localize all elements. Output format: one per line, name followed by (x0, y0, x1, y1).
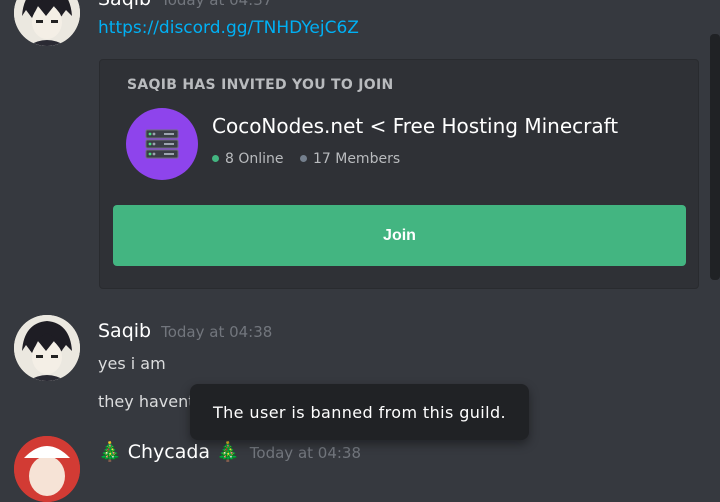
invite-header: SAQIB HAS INVITED YOU TO JOIN (127, 77, 394, 93)
server-invite-card: SAQIB HAS INVITED YOU TO JOIN CocoNodes.… (99, 59, 699, 289)
message-author[interactable]: Saqib Today at 04:38 (98, 320, 272, 342)
members-dot-icon (299, 154, 307, 162)
avatar[interactable] (14, 315, 80, 381)
online-dot-icon (212, 154, 219, 162)
avatar[interactable] (14, 436, 80, 502)
message-author[interactable]: 🎄 Chycada 🎄 Today at 04:38 (98, 440, 361, 463)
error-tooltip: The user is banned from this guild. (190, 384, 529, 440)
message-text: yes i am (98, 354, 166, 373)
member-count: 17 Members (312, 151, 401, 167)
message-timestamp: Today at 04:38 (249, 444, 362, 462)
online-count: 8 Online (225, 151, 284, 167)
message-timestamp: Today at 04:38 (161, 323, 273, 341)
message-timestamp: Today at 04:37 (161, 0, 273, 9)
scrollbar[interactable] (710, 34, 720, 280)
message-author[interactable]: Saqib Today at 04:37 (98, 0, 272, 10)
author-name[interactable]: Saqib (98, 0, 151, 10)
tree-emoji-icon: 🎄 (216, 441, 240, 463)
server-stats: 8 Online 17 Members (212, 151, 400, 167)
author-name[interactable]: Saqib (98, 320, 151, 342)
join-button[interactable]: Join (113, 205, 686, 266)
tree-emoji-icon: 🎄 (98, 441, 122, 463)
author-name[interactable]: Chycada (128, 441, 210, 463)
server-rack-icon[interactable] (126, 108, 198, 180)
server-name: CocoNodes.net < Free Hosting Minecraft (212, 114, 619, 138)
invite-link[interactable]: https://discord.gg/TNHDYejC6Z (98, 18, 359, 38)
avatar[interactable] (14, 0, 80, 46)
